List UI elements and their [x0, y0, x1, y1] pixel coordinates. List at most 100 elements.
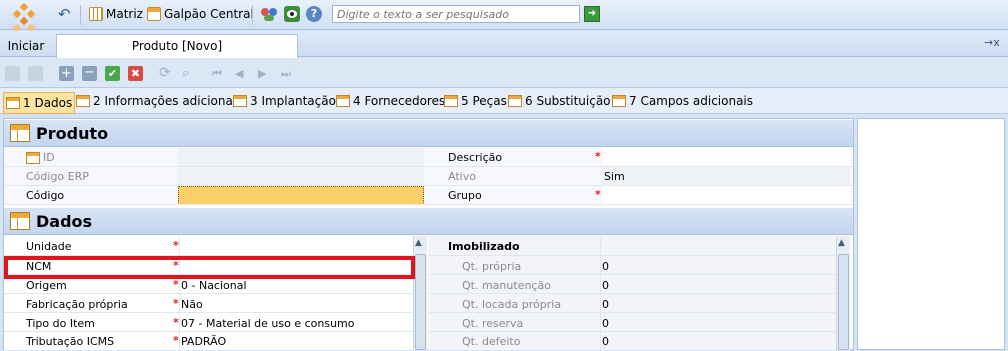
branch-selector[interactable]: Galpão Central — [147, 4, 254, 24]
search-input[interactable] — [332, 5, 580, 23]
section-tab-pecas[interactable]: 5 Peças — [442, 94, 509, 108]
close-tab-icon[interactable]: →x — [984, 36, 1000, 49]
scroll-thumb[interactable] — [838, 254, 849, 350]
action-toolbar — [0, 58, 1008, 88]
imobilizado-header: Imobilizado — [448, 240, 520, 253]
table-icon — [10, 124, 30, 142]
help-icon[interactable]: ? — [306, 6, 322, 22]
save-check-icon[interactable]: ✔ — [105, 66, 120, 81]
field-label-id: ID — [26, 148, 176, 167]
grid-icon — [76, 95, 90, 107]
field-label-tributacao: Tributação ICMS — [26, 335, 115, 348]
add-icon[interactable]: + — [59, 66, 74, 81]
required-marker: * — [173, 316, 179, 329]
new-record-icon[interactable] — [5, 66, 20, 81]
divider — [428, 312, 836, 313]
table-icon — [10, 212, 30, 230]
field-ativo: Sim — [602, 167, 850, 186]
scroll-up-icon[interactable]: ▲ — [838, 238, 845, 248]
edit-grid-icon — [147, 7, 161, 21]
first-record-icon[interactable]: ⏮ — [212, 66, 227, 81]
section-tab-substituicao[interactable]: 6 Substituição — [506, 94, 613, 108]
last-record-icon[interactable]: ⏭ — [281, 66, 296, 81]
section-tab-label: 6 Substituição — [525, 94, 611, 108]
company-selector[interactable]: Matriz — [89, 4, 143, 24]
section-header-dados: Dados — [4, 208, 853, 235]
grid-icon — [508, 95, 522, 107]
search-record-icon[interactable]: ⌕ — [182, 66, 197, 81]
divider — [428, 274, 836, 275]
divider — [4, 204, 853, 205]
prev-record-icon[interactable]: ◀ — [235, 66, 250, 81]
undo-icon[interactable]: ↶ — [58, 6, 74, 22]
field-codigo-erp — [178, 167, 424, 186]
grid-icon — [336, 95, 350, 107]
field-label-qt-defeito: Qt. defeito — [462, 335, 521, 348]
field-label-grupo: Grupo — [448, 189, 482, 202]
section-tab-label: 5 Peças — [461, 94, 507, 108]
field-qt-defeito: 0 — [602, 335, 609, 348]
section-tab-label: 2 Informações adicionais — [93, 94, 243, 108]
edit-grid-icon — [26, 151, 40, 164]
section-header-produto: Produto — [4, 120, 853, 147]
section-tab-informacoes[interactable]: 2 Informações adicionais — [74, 94, 244, 108]
eye-icon[interactable] — [284, 6, 300, 22]
branch-label: Galpão Central — [164, 7, 254, 21]
divider — [600, 236, 601, 350]
section-tab-implantacao[interactable]: 3 Implantação — [231, 94, 338, 108]
divider — [4, 331, 413, 332]
scroll-thumb[interactable] — [415, 254, 426, 350]
field-label-descricao: Descrição — [448, 151, 503, 164]
section-title: Dados — [36, 211, 93, 231]
next-record-icon[interactable]: ▶ — [258, 66, 273, 81]
lock-icon[interactable] — [28, 66, 43, 81]
grid-icon — [89, 7, 103, 21]
field-label-codigo: Código — [26, 189, 65, 202]
field-grupo[interactable] — [602, 186, 850, 205]
required-marker: * — [173, 334, 179, 347]
grid-icon — [612, 95, 626, 107]
section-tab-label: 1 Dados — [23, 96, 73, 110]
divider — [4, 312, 413, 313]
section-tab-label: 4 Fornecedores — [353, 94, 446, 108]
field-label-unidade: Unidade — [26, 240, 72, 253]
tab-produto-novo[interactable]: Produto [Novo] — [56, 34, 298, 58]
section-tab-fornecedores[interactable]: 4 Fornecedores — [334, 94, 447, 108]
refresh-icon[interactable]: ⟳ — [159, 66, 174, 81]
section-title: Produto — [36, 123, 109, 143]
field-tributacao[interactable]: PADRÃO — [181, 332, 413, 351]
company-label: Matriz — [106, 7, 143, 21]
required-marker: * — [595, 150, 601, 163]
highlight-box — [4, 256, 415, 279]
field-label-ativo: Ativo — [448, 170, 476, 183]
required-marker: * — [595, 188, 601, 201]
field-codigo[interactable] — [178, 186, 424, 205]
divider — [428, 293, 836, 294]
field-unidade[interactable] — [181, 237, 413, 256]
grid-icon — [6, 97, 20, 109]
cancel-icon[interactable]: ✖ — [128, 66, 143, 81]
go-arrow-icon[interactable]: ➜ — [584, 6, 600, 22]
field-id — [178, 148, 424, 167]
scroll-up-icon[interactable]: ▲ — [415, 238, 422, 248]
remove-icon[interactable]: − — [82, 66, 97, 81]
divider — [4, 166, 853, 167]
separator — [252, 5, 253, 25]
divider — [428, 331, 836, 332]
users-icon[interactable] — [261, 6, 279, 22]
grid-icon — [444, 95, 458, 107]
section-tab-dados[interactable]: 1 Dados — [3, 92, 76, 114]
divider — [4, 185, 853, 186]
required-marker: * — [173, 239, 179, 252]
divider — [428, 255, 836, 256]
separator — [80, 5, 81, 25]
divider — [4, 293, 413, 294]
field-descricao[interactable] — [602, 148, 850, 167]
divider — [179, 236, 180, 350]
tab-home[interactable]: Iniciar — [0, 34, 52, 58]
grid-icon — [233, 95, 247, 107]
section-tab-campos[interactable]: 7 Campos adicionais — [610, 94, 755, 108]
side-panel — [857, 118, 1005, 350]
section-tab-label: 7 Campos adicionais — [629, 94, 754, 108]
required-marker: * — [173, 297, 179, 310]
